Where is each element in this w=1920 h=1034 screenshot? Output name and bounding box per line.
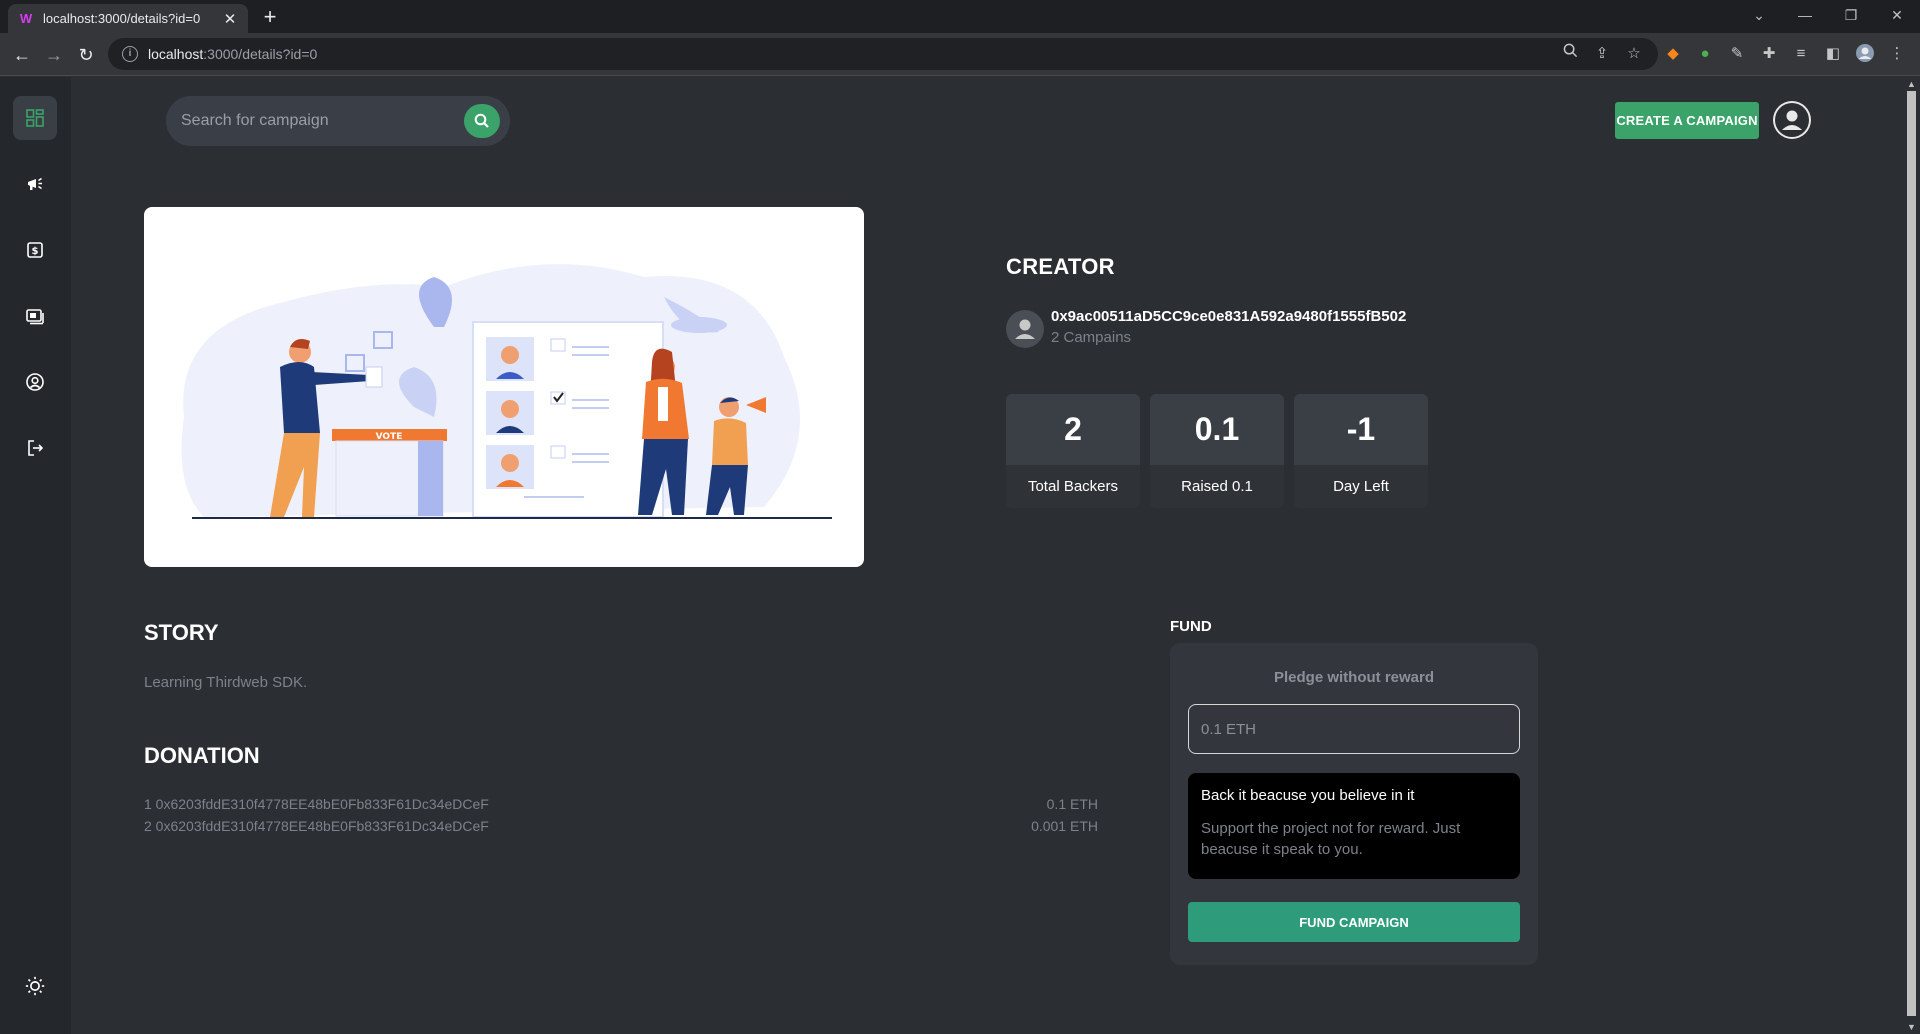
svg-text:$: $ — [32, 246, 39, 257]
stat-value: -1 — [1346, 411, 1376, 447]
browser-tab[interactable]: W localhost:3000/details?id=0 ✕ — [8, 4, 248, 33]
sun-icon — [25, 976, 45, 996]
stat-value: 0.1 — [1194, 411, 1240, 447]
stat-raised: 0.1 Raised 0.1 — [1150, 394, 1284, 508]
creator-address: 0x9ac00511aD5CC9ce0e831A592a9480f1555fB5… — [1051, 308, 1407, 325]
back-icon[interactable]: ← — [8, 41, 36, 69]
donation-row: 1 0x6203fddE310f4778EE48bE0Fb833F61Dc34e… — [144, 796, 1098, 812]
url-path: :3000/details?id=0 — [203, 46, 318, 62]
create-campaign-button[interactable]: CREATE A CAMPAIGN — [1615, 102, 1759, 139]
sidebar-item-withdraw[interactable] — [13, 294, 57, 338]
sidebar: $ — [0, 77, 71, 1034]
creator-campaign-count: 2 Campains — [1051, 329, 1132, 346]
address-bar[interactable]: i localhost:3000/details?id=0 — [108, 38, 1658, 70]
url-host: localhost — [148, 46, 204, 62]
story-heading: STORY — [144, 620, 219, 645]
creator-heading: CREATOR — [1006, 254, 1115, 279]
reload-icon[interactable]: ↻ — [72, 41, 100, 69]
fund-heading: FUND — [1170, 618, 1212, 635]
amount-input[interactable] — [1188, 704, 1520, 754]
fund-card: Pledge without reward Back it beacuse yo… — [1170, 643, 1538, 965]
stat-label: Total Backers — [1006, 465, 1140, 508]
profile-avatar-icon[interactable] — [1854, 43, 1876, 65]
theme-toggle-button[interactable] — [24, 975, 48, 999]
campaign-image: VOTE — [144, 207, 864, 567]
profile-icon — [26, 373, 44, 391]
donation-amount: 0.1 ETH — [1046, 796, 1098, 812]
new-tab-button[interactable]: + — [258, 5, 282, 29]
browser-menu-icon[interactable]: ⋮ — [1886, 43, 1908, 65]
side-panel-icon[interactable]: ◧ — [1822, 43, 1844, 65]
user-avatar[interactable] — [1773, 101, 1811, 139]
metamask-extension-icon[interactable]: ◆ — [1662, 43, 1684, 65]
minimize-icon[interactable]: — — [1782, 0, 1828, 30]
stat-label: Day Left — [1294, 465, 1428, 508]
sidebar-item-dashboard[interactable] — [13, 96, 57, 140]
extension-green-icon[interactable]: ● — [1694, 43, 1716, 65]
donation-heading: DONATION — [144, 743, 260, 768]
bookmark-star-icon[interactable]: ☆ — [1623, 43, 1645, 65]
site-favicon-icon: W — [19, 11, 33, 26]
creator-avatar — [1006, 310, 1044, 348]
sidebar-item-payment[interactable]: $ — [13, 228, 57, 272]
window-close-icon[interactable]: ✕ — [1874, 0, 1920, 30]
share-icon[interactable]: ⇪ — [1591, 43, 1613, 65]
tab-close-icon[interactable]: ✕ — [222, 10, 238, 28]
reading-list-icon[interactable]: ≡ — [1790, 43, 1812, 65]
believe-text: Support the project not for reward. Just… — [1201, 820, 1461, 858]
extensions-puzzle-icon[interactable]: ✚ — [1758, 43, 1780, 65]
search-bar — [166, 96, 510, 146]
user-icon — [1775, 103, 1809, 137]
search-icon — [474, 113, 489, 128]
pen-extension-icon[interactable]: ✎ — [1726, 43, 1748, 65]
believe-title: Back it beacuse you believe in it — [1201, 787, 1415, 804]
search-input[interactable] — [181, 112, 451, 130]
logout-icon — [28, 440, 44, 456]
user-icon — [1015, 319, 1035, 339]
browser-toolbar: ← → ↻ i localhost:3000/details?id=0 ⇪ ☆ … — [0, 33, 1920, 76]
search-button[interactable] — [464, 104, 500, 138]
stat-value: 2 — [1064, 411, 1082, 447]
zoom-icon[interactable] — [1559, 43, 1581, 65]
pledge-title: Pledge without reward — [1273, 669, 1435, 686]
scroll-down-icon[interactable]: ▼ — [1907, 1022, 1916, 1032]
stat-days-left: -1 Day Left — [1294, 394, 1428, 508]
app-root: $ CREATE A CAMPAIGN — [0, 77, 1903, 1034]
forward-icon[interactable]: → — [40, 41, 68, 69]
page-scrollbar[interactable]: ▲ ▼ — [1903, 77, 1920, 1034]
browser-tab-bar: W localhost:3000/details?id=0 ✕ + ⌄ — ❐ … — [0, 0, 1920, 33]
restore-icon[interactable]: ❐ — [1828, 0, 1874, 30]
withdraw-icon — [26, 309, 44, 325]
sidebar-item-logout[interactable] — [13, 426, 57, 470]
stat-total-backers: 2 Total Backers — [1006, 394, 1140, 508]
megaphone-icon — [28, 177, 42, 190]
fund-campaign-button[interactable]: FUND CAMPAIGN — [1188, 902, 1520, 942]
donation-amount: 0.001 ETH — [1031, 818, 1098, 834]
believe-box: Back it beacuse you believe in it Suppor… — [1188, 773, 1520, 879]
donation-row: 2 0x6203fddE310f4778EE48bE0Fb833F61Dc34e… — [144, 818, 1098, 834]
payment-icon: $ — [27, 242, 43, 258]
tab-search-icon[interactable]: ⌄ — [1736, 0, 1782, 30]
site-info-icon[interactable]: i — [122, 46, 138, 62]
dashboard-icon — [26, 109, 44, 127]
scroll-up-icon[interactable]: ▲ — [1907, 79, 1916, 89]
scrollbar-thumb[interactable] — [1907, 91, 1916, 1016]
tab-title: localhost:3000/details?id=0 — [43, 11, 201, 26]
donor-address: 2 0x6203fddE310f4778EE48bE0Fb833F61Dc34e… — [144, 818, 489, 834]
sidebar-item-profile[interactable] — [13, 360, 57, 404]
sidebar-item-campaign[interactable] — [13, 162, 57, 206]
story-text: Learning Thirdweb SDK. — [144, 674, 308, 691]
donor-address: 1 0x6203fddE310f4778EE48bE0Fb833F61Dc34e… — [144, 796, 489, 812]
stat-label: Raised 0.1 — [1150, 465, 1284, 508]
